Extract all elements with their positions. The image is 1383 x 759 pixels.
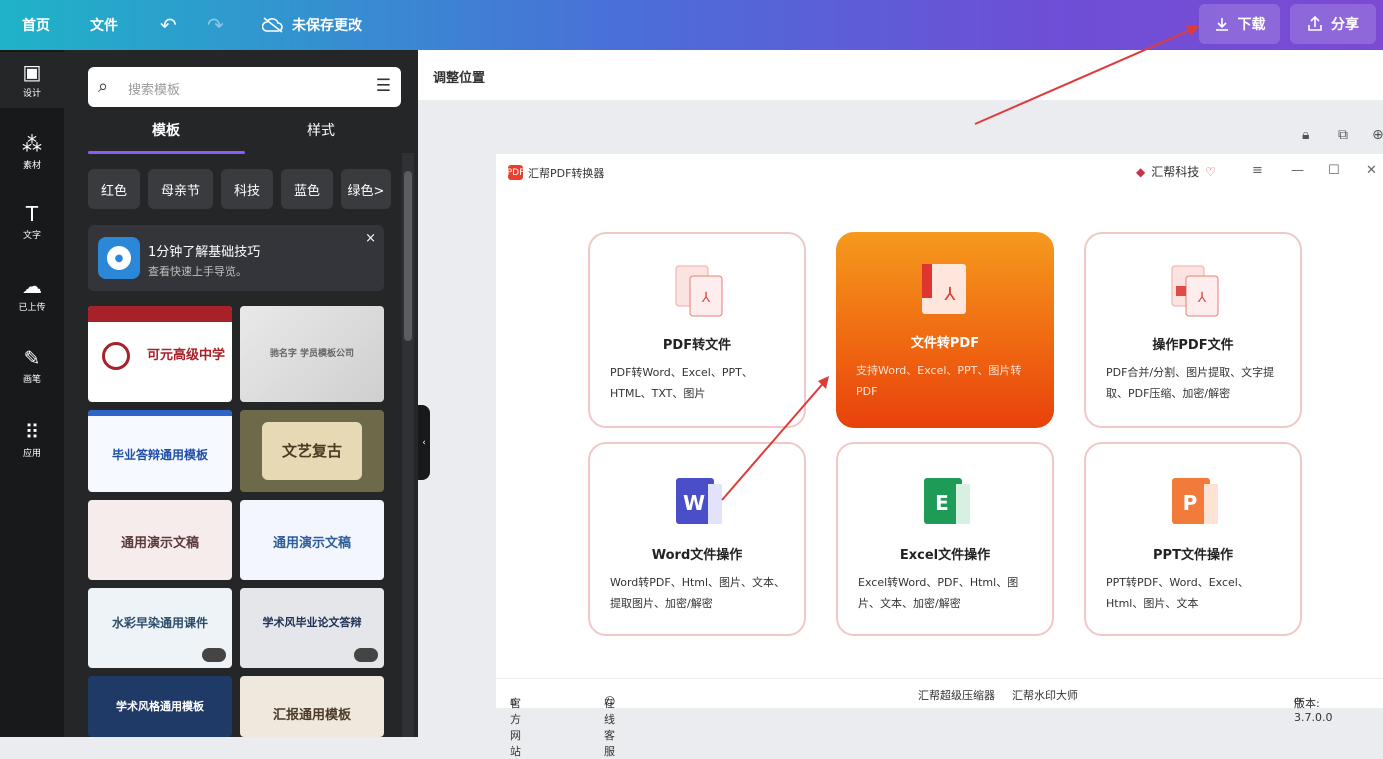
annotation-arrows — [721, 26, 1199, 501]
